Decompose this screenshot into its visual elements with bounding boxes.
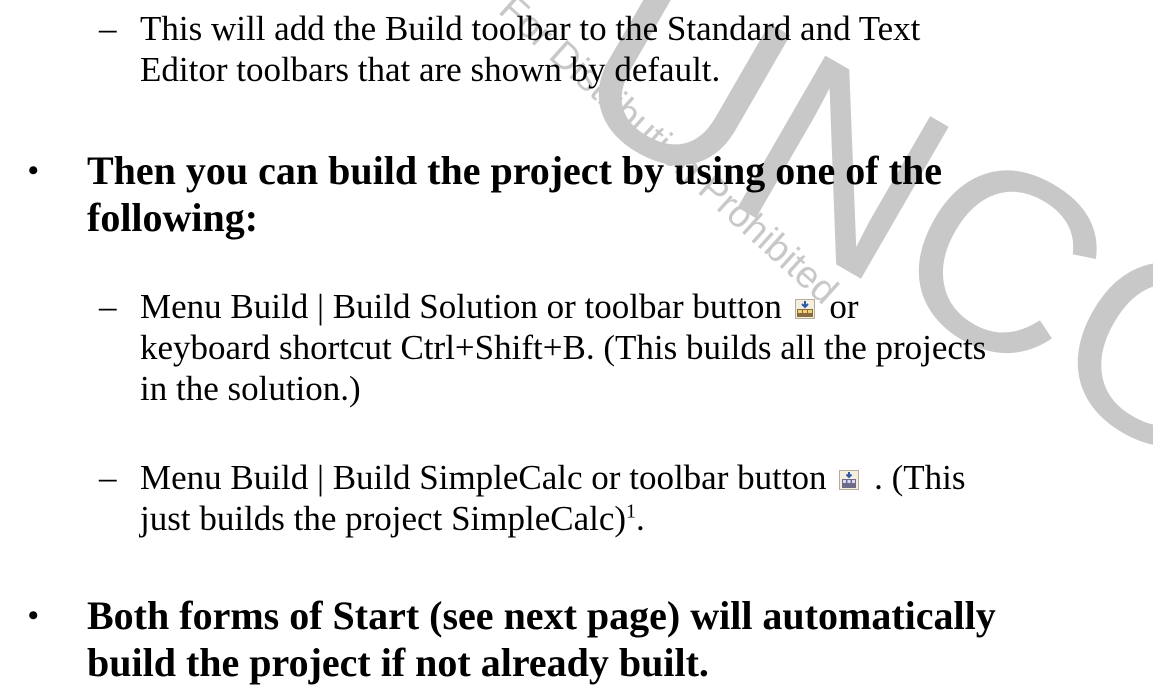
build-solution-icon xyxy=(794,299,815,319)
sub-bullet-text: Menu Build | Build SimpleCalc or toolbar… xyxy=(140,458,966,497)
sub-bullet-text: keyboard shortcut Ctrl+Shift+B. (This bu… xyxy=(140,328,987,367)
slide-content: – This will add the Build toolbar to the… xyxy=(0,0,1153,699)
sub-bullet-text: Editor toolbars that are shown by defaul… xyxy=(140,50,721,89)
bullet-marker: • xyxy=(28,599,39,632)
build-project-icon xyxy=(839,470,860,490)
bullet-text: following: xyxy=(87,195,259,240)
dash-marker: – xyxy=(99,287,117,326)
bullet-marker: • xyxy=(28,154,39,187)
sub-bullet-text: This will add the Build toolbar to the S… xyxy=(140,9,921,48)
footnote-marker: 1 xyxy=(626,500,637,523)
sub-bullet-text: just builds the project SimpleCalc)1. xyxy=(140,499,645,538)
dash-marker: – xyxy=(99,9,117,48)
bullet-text: Both forms of Start (see next page) will… xyxy=(87,593,996,638)
bullet-text: Then you can build the project by using … xyxy=(87,148,942,193)
sub-bullet-text: Menu Build | Build Solution or toolbar b… xyxy=(140,287,859,326)
dash-marker: – xyxy=(99,458,117,497)
sub-bullet-text: in the solution.) xyxy=(140,369,361,408)
bullet-text: build the project if not already built. xyxy=(87,640,709,685)
